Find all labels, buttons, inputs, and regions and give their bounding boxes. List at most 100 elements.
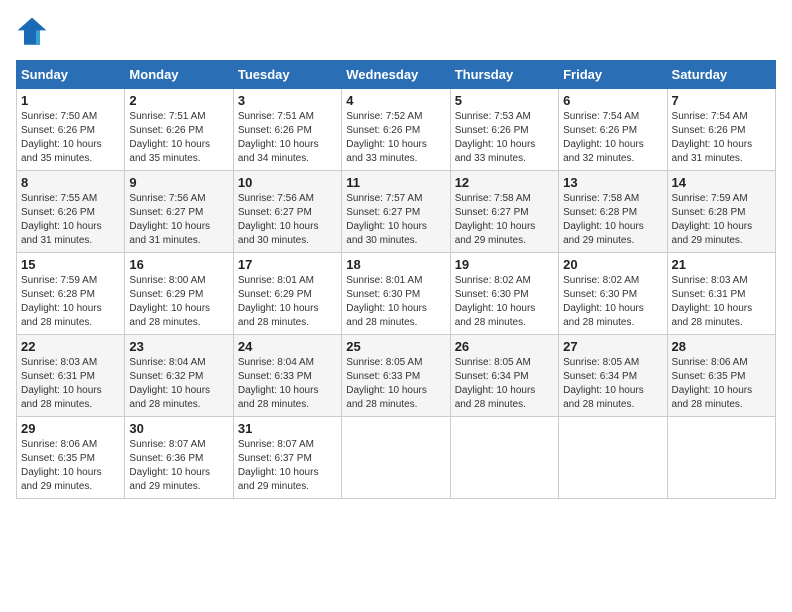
day-info: Sunrise: 8:06 AM Sunset: 6:35 PM Dayligh… — [21, 438, 120, 494]
calendar-cell: 11 Sunrise: 7:57 AM Sunset: 6:27 PM Dayli… — [342, 171, 450, 253]
day-number: 3 — [238, 93, 337, 108]
calendar-cell: 2 Sunrise: 7:51 AM Sunset: 6:26 PM Daylig… — [125, 89, 233, 171]
day-number: 12 — [455, 175, 554, 190]
day-info: Sunrise: 7:53 AM Sunset: 6:26 PM Dayligh… — [455, 110, 554, 166]
calendar-cell: 16 Sunrise: 8:00 AM Sunset: 6:29 PM Dayli… — [125, 253, 233, 335]
day-info: Sunrise: 8:01 AM Sunset: 6:29 PM Dayligh… — [238, 274, 337, 330]
day-number: 11 — [346, 175, 445, 190]
calendar-day-header: Thursday — [450, 61, 558, 89]
day-info: Sunrise: 7:59 AM Sunset: 6:28 PM Dayligh… — [672, 192, 771, 248]
calendar-cell: 5Sunrise: 7:53 AM Sunset: 6:26 PM Daylig… — [450, 89, 558, 171]
day-info: Sunrise: 7:58 AM Sunset: 6:28 PM Dayligh… — [563, 192, 662, 248]
day-info: Sunrise: 7:57 AM Sunset: 6:27 PM Dayligh… — [346, 192, 445, 248]
day-info: Sunrise: 8:02 AM Sunset: 6:30 PM Dayligh… — [563, 274, 662, 330]
calendar-cell — [667, 417, 775, 499]
day-number: 4 — [346, 93, 445, 108]
day-number: 22 — [21, 339, 120, 354]
day-number: 21 — [672, 257, 771, 272]
calendar-cell — [342, 417, 450, 499]
day-number: 25 — [346, 339, 445, 354]
calendar-cell: 22 Sunrise: 8:03 AM Sunset: 6:31 PM Dayli… — [17, 335, 125, 417]
day-number: 24 — [238, 339, 337, 354]
calendar-cell: 9Sunrise: 7:56 AM Sunset: 6:27 PM Daylig… — [125, 171, 233, 253]
calendar-week-row: 1 Sunrise: 7:50 AM Sunset: 6:26 PM Daylig… — [17, 89, 776, 171]
day-number: 30 — [129, 421, 228, 436]
calendar-cell: 25 Sunrise: 8:05 AM Sunset: 6:33 PM Dayli… — [342, 335, 450, 417]
calendar-cell: 14 Sunrise: 7:59 AM Sunset: 6:28 PM Dayli… — [667, 171, 775, 253]
day-info: Sunrise: 7:52 AM Sunset: 6:26 PM Dayligh… — [346, 110, 445, 166]
day-number: 7 — [672, 93, 771, 108]
calendar: SundayMondayTuesdayWednesdayThursdayFrid… — [16, 60, 776, 499]
calendar-cell: 6 Sunrise: 7:54 AM Sunset: 6:26 PM Daylig… — [559, 89, 667, 171]
day-info: Sunrise: 8:03 AM Sunset: 6:31 PM Dayligh… — [21, 356, 120, 412]
day-number: 10 — [238, 175, 337, 190]
calendar-cell: 12 Sunrise: 7:58 AM Sunset: 6:27 PM Dayli… — [450, 171, 558, 253]
day-number: 17 — [238, 257, 337, 272]
calendar-cell: 13 Sunrise: 7:58 AM Sunset: 6:28 PM Dayli… — [559, 171, 667, 253]
day-number: 29 — [21, 421, 120, 436]
day-number: 23 — [129, 339, 228, 354]
day-info: Sunrise: 7:50 AM Sunset: 6:26 PM Dayligh… — [21, 110, 120, 166]
day-info: Sunrise: 7:56 AM Sunset: 6:27 PM Dayligh… — [238, 192, 337, 248]
logo-icon — [16, 16, 48, 48]
calendar-cell: 29 Sunrise: 8:06 AM Sunset: 6:35 PM Dayli… — [17, 417, 125, 499]
day-info: Sunrise: 8:05 AM Sunset: 6:34 PM Dayligh… — [563, 356, 662, 412]
calendar-day-header: Saturday — [667, 61, 775, 89]
day-info: Sunrise: 8:01 AM Sunset: 6:30 PM Dayligh… — [346, 274, 445, 330]
day-number: 6 — [563, 93, 662, 108]
calendar-cell: 7 Sunrise: 7:54 AM Sunset: 6:26 PM Daylig… — [667, 89, 775, 171]
calendar-cell: 31 Sunrise: 8:07 AM Sunset: 6:37 PM Dayli… — [233, 417, 341, 499]
day-number: 19 — [455, 257, 554, 272]
calendar-cell: 23Sunrise: 8:04 AM Sunset: 6:32 PM Dayli… — [125, 335, 233, 417]
day-info: Sunrise: 8:02 AM Sunset: 6:30 PM Dayligh… — [455, 274, 554, 330]
day-number: 9 — [129, 175, 228, 190]
day-info: Sunrise: 8:07 AM Sunset: 6:37 PM Dayligh… — [238, 438, 337, 494]
day-number: 31 — [238, 421, 337, 436]
day-info: Sunrise: 7:54 AM Sunset: 6:26 PM Dayligh… — [672, 110, 771, 166]
day-info: Sunrise: 7:54 AM Sunset: 6:26 PM Dayligh… — [563, 110, 662, 166]
calendar-cell: 27 Sunrise: 8:05 AM Sunset: 6:34 PM Dayli… — [559, 335, 667, 417]
day-info: Sunrise: 8:04 AM Sunset: 6:33 PM Dayligh… — [238, 356, 337, 412]
day-number: 13 — [563, 175, 662, 190]
day-number: 18 — [346, 257, 445, 272]
calendar-cell: 19 Sunrise: 8:02 AM Sunset: 6:30 PM Dayli… — [450, 253, 558, 335]
day-info: Sunrise: 8:00 AM Sunset: 6:29 PM Dayligh… — [129, 274, 228, 330]
day-info: Sunrise: 8:05 AM Sunset: 6:34 PM Dayligh… — [455, 356, 554, 412]
day-number: 27 — [563, 339, 662, 354]
calendar-week-row: 29 Sunrise: 8:06 AM Sunset: 6:35 PM Dayli… — [17, 417, 776, 499]
calendar-cell — [450, 417, 558, 499]
calendar-cell: 4 Sunrise: 7:52 AM Sunset: 6:26 PM Daylig… — [342, 89, 450, 171]
day-info: Sunrise: 8:05 AM Sunset: 6:33 PM Dayligh… — [346, 356, 445, 412]
day-info: Sunrise: 8:07 AM Sunset: 6:36 PM Dayligh… — [129, 438, 228, 494]
calendar-cell: 20 Sunrise: 8:02 AM Sunset: 6:30 PM Dayli… — [559, 253, 667, 335]
calendar-cell: 10 Sunrise: 7:56 AM Sunset: 6:27 PM Dayli… — [233, 171, 341, 253]
calendar-cell: 30 Sunrise: 8:07 AM Sunset: 6:36 PM Dayli… — [125, 417, 233, 499]
calendar-day-header: Wednesday — [342, 61, 450, 89]
day-info: Sunrise: 8:06 AM Sunset: 6:35 PM Dayligh… — [672, 356, 771, 412]
calendar-cell: 18 Sunrise: 8:01 AM Sunset: 6:30 PM Dayli… — [342, 253, 450, 335]
calendar-cell — [559, 417, 667, 499]
day-number: 20 — [563, 257, 662, 272]
calendar-cell: 24 Sunrise: 8:04 AM Sunset: 6:33 PM Dayli… — [233, 335, 341, 417]
calendar-day-header: Tuesday — [233, 61, 341, 89]
day-number: 1 — [21, 93, 120, 108]
day-number: 28 — [672, 339, 771, 354]
day-number: 14 — [672, 175, 771, 190]
day-number: 8 — [21, 175, 120, 190]
day-info: Sunrise: 7:51 AM Sunset: 6:26 PM Dayligh… — [238, 110, 337, 166]
day-info: Sunrise: 7:55 AM Sunset: 6:26 PM Dayligh… — [21, 192, 120, 248]
calendar-cell: 15Sunrise: 7:59 AM Sunset: 6:28 PM Dayli… — [17, 253, 125, 335]
calendar-week-row: 8 Sunrise: 7:55 AM Sunset: 6:26 PM Daylig… — [17, 171, 776, 253]
day-number: 2 — [129, 93, 228, 108]
calendar-week-row: 22 Sunrise: 8:03 AM Sunset: 6:31 PM Dayli… — [17, 335, 776, 417]
calendar-day-header: Friday — [559, 61, 667, 89]
logo — [16, 16, 52, 48]
day-info: Sunrise: 7:58 AM Sunset: 6:27 PM Dayligh… — [455, 192, 554, 248]
calendar-cell: 28 Sunrise: 8:06 AM Sunset: 6:35 PM Dayli… — [667, 335, 775, 417]
calendar-day-header: Monday — [125, 61, 233, 89]
day-info: Sunrise: 7:51 AM Sunset: 6:26 PM Dayligh… — [129, 110, 228, 166]
calendar-cell: 21Sunrise: 8:03 AM Sunset: 6:31 PM Dayli… — [667, 253, 775, 335]
day-number: 16 — [129, 257, 228, 272]
calendar-header-row: SundayMondayTuesdayWednesdayThursdayFrid… — [17, 61, 776, 89]
day-number: 15 — [21, 257, 120, 272]
